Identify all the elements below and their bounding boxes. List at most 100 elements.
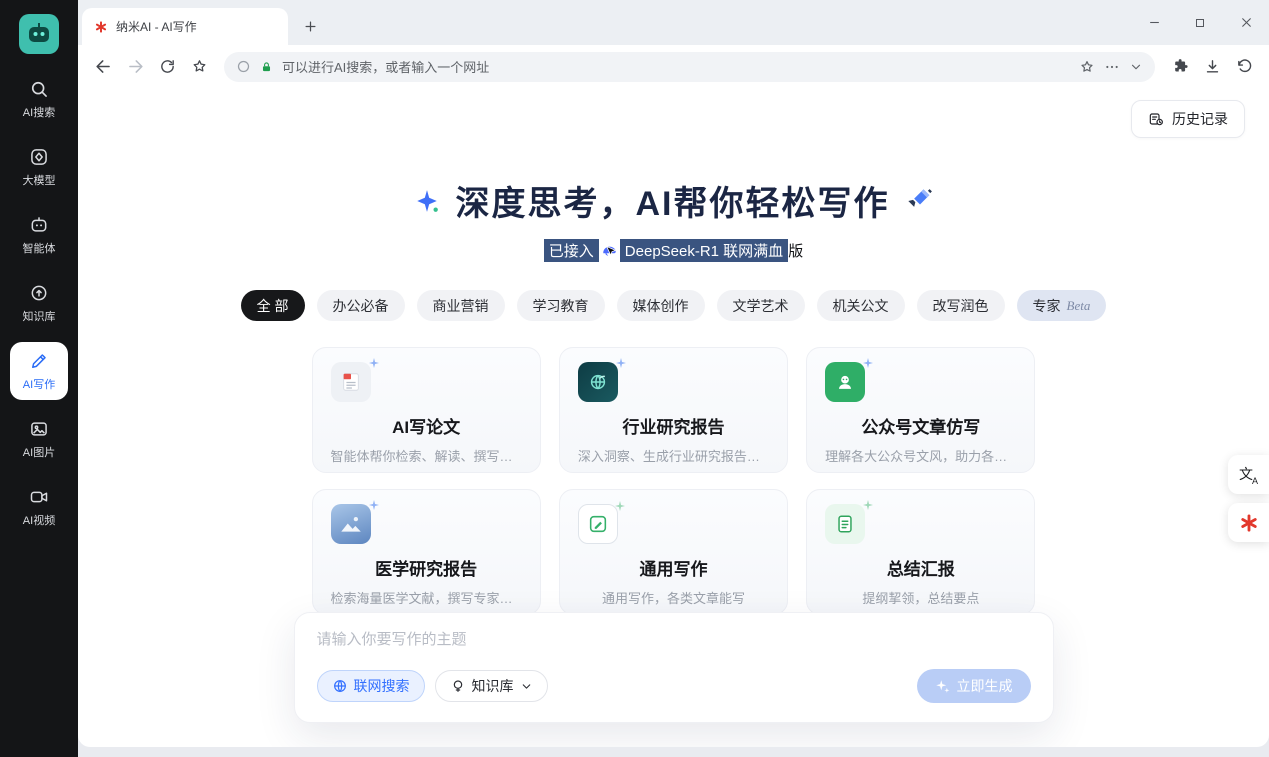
address-placeholder-text[interactable]: 可以进行AI搜索，或者输入一个网址 <box>282 57 1070 76</box>
paper-doc-icon <box>331 362 371 402</box>
category-tab-rewrite[interactable]: 改写润色 <box>917 290 1005 321</box>
sidebar-item-models[interactable]: 大模型 <box>10 138 68 196</box>
image-icon <box>29 419 49 439</box>
new-tab-button[interactable] <box>296 12 324 40</box>
sidebar-item-ai-video[interactable]: AI视频 <box>10 478 68 536</box>
composer-panel: 联网搜索 知识库 立即生成 <box>294 612 1054 723</box>
knowledge-label: 知识库 <box>472 676 514 696</box>
card-general-writing[interactable]: 通用写作 通用写作，各类文章能写 <box>559 489 788 615</box>
download-icon <box>1204 58 1221 75</box>
refresh-button[interactable] <box>152 52 182 82</box>
card-title: 行业研究报告 <box>578 413 769 438</box>
refresh-icon <box>159 58 176 75</box>
extensions-button[interactable] <box>1165 52 1195 82</box>
beta-badge: Beta <box>1067 298 1091 314</box>
sparkle-icon <box>935 679 950 694</box>
browser-toolbar: 可以进行AI搜索，或者输入一个网址 <box>78 45 1269 88</box>
chevron-down-icon[interactable] <box>1129 60 1143 74</box>
category-tab-media[interactable]: 媒体创作 <box>617 290 705 321</box>
sparkle-icon <box>368 357 380 369</box>
sidebar-item-agents[interactable]: 智能体 <box>10 206 68 264</box>
ssl-lock-icon[interactable] <box>260 60 273 74</box>
maximize-button[interactable] <box>1177 0 1223 45</box>
forward-button[interactable] <box>120 52 150 82</box>
card-desc: 智能体帮你检索、解读、撰写论文 <box>331 446 522 465</box>
card-wechat-article[interactable]: 公众号文章仿写 理解各大公众号文风，助力各类... <box>806 347 1035 473</box>
sparkle-left-icon <box>414 188 440 214</box>
quick-bookmark-button[interactable] <box>184 52 214 82</box>
category-label: 全 部 <box>257 296 289 316</box>
category-tab-office[interactable]: 办公必备 <box>317 290 405 321</box>
close-button[interactable] <box>1223 0 1269 45</box>
topic-input[interactable] <box>317 631 1031 648</box>
category-label: 办公必备 <box>333 296 389 316</box>
browser-window: AI搜索 大模型 智能体 知识库 AI写作 AI图片 AI视频 <box>0 0 1269 757</box>
translate-button[interactable]: 文 A <box>1228 455 1269 494</box>
category-tab-official[interactable]: 机关公文 <box>817 290 905 321</box>
category-tab-education[interactable]: 学习教育 <box>517 290 605 321</box>
sidebar-item-label: AI视频 <box>23 512 55 528</box>
sparkle-icon <box>368 499 380 511</box>
history-button[interactable]: 历史记录 <box>1131 100 1245 138</box>
site-mode-toggle-icon[interactable] <box>236 59 251 74</box>
robot-logo-icon <box>26 21 52 47</box>
svg-text:文: 文 <box>1239 466 1253 482</box>
card-medical-report[interactable]: 医学研究报告 检索海量医学文献，撰写专家级... <box>312 489 541 615</box>
hero-section: 深度思考，AI帮你轻松写作 已接入 DeepSeek-R1 联网满血 版 全 部… <box>78 88 1269 615</box>
card-ai-paper[interactable]: AI写论文 智能体帮你检索、解读、撰写论文 <box>312 347 541 473</box>
category-tab-literature[interactable]: 文学艺术 <box>717 290 805 321</box>
sidebar-item-ai-image[interactable]: AI图片 <box>10 410 68 468</box>
plus-icon <box>303 19 318 34</box>
card-industry-report[interactable]: 行业研究报告 深入洞察、生成行业研究报告，... <box>559 347 788 473</box>
wechat-account-icon <box>825 362 865 402</box>
card-desc: 检索海量医学文献，撰写专家级... <box>331 588 522 607</box>
edge-tools: 文 A <box>1228 455 1269 542</box>
card-desc: 深入洞察、生成行业研究报告，... <box>578 446 769 465</box>
sidebar-item-knowledge[interactable]: 知识库 <box>10 274 68 332</box>
search-icon <box>29 79 49 99</box>
download-button[interactable] <box>1197 52 1227 82</box>
category-tab-all[interactable]: 全 部 <box>241 290 305 321</box>
knowledge-base-dropdown[interactable]: 知识库 <box>435 670 548 702</box>
main-content: 历史记录 深度思考，AI帮你轻松写作 已接入 DeepSeek-R1 联网满血 … <box>78 88 1269 747</box>
history-icon <box>1148 111 1164 127</box>
restore-session-button[interactable] <box>1229 52 1259 82</box>
category-label: 机关公文 <box>833 296 889 316</box>
app-logo[interactable] <box>19 14 59 54</box>
category-tabs: 全 部 办公必备 商业营销 学习教育 媒体创作 文学艺术 机关公文 改写润色 专… <box>78 290 1269 321</box>
undo-arrow-icon <box>1236 58 1253 75</box>
sparkle-icon <box>862 357 874 369</box>
chevron-down-icon <box>520 680 533 693</box>
medical-photo-icon <box>331 504 371 544</box>
browser-tab[interactable]: 纳米AI - AI写作 <box>82 8 288 45</box>
assistant-logo-button[interactable] <box>1228 503 1269 542</box>
address-bar[interactable]: 可以进行AI搜索，或者输入一个网址 <box>224 52 1155 82</box>
close-icon <box>1240 16 1253 29</box>
card-desc: 通用写作，各类文章能写 <box>578 588 769 607</box>
translate-icon: 文 A <box>1237 464 1261 486</box>
generate-button[interactable]: 立即生成 <box>917 669 1031 703</box>
sidebar-item-ai-writing[interactable]: AI写作 <box>10 342 68 400</box>
sidebar-item-ai-search[interactable]: AI搜索 <box>10 70 68 128</box>
maximize-icon <box>1194 17 1206 29</box>
more-options-icon[interactable] <box>1104 59 1120 75</box>
category-tab-expert[interactable]: 专家 Beta <box>1017 290 1107 321</box>
card-title: 公众号文章仿写 <box>825 413 1016 438</box>
page-title: 深度思考，AI帮你轻松写作 <box>456 176 890 225</box>
category-tab-marketing[interactable]: 商业营销 <box>417 290 505 321</box>
card-desc: 提纲挈领，总结要点 <box>825 588 1016 607</box>
minimize-button[interactable] <box>1131 0 1177 45</box>
knowledge-icon <box>450 678 466 694</box>
web-search-toggle[interactable]: 联网搜索 <box>317 670 425 702</box>
bookmark-star-icon[interactable] <box>1079 59 1095 75</box>
subtitle-model: DeepSeek-R1 联网满血 <box>620 239 788 262</box>
svg-text:A: A <box>1252 476 1258 486</box>
card-summary-report[interactable]: 总结汇报 提纲挈领，总结要点 <box>806 489 1035 615</box>
tab-title: 纳米AI - AI写作 <box>116 18 197 35</box>
forward-icon <box>126 57 145 76</box>
back-button[interactable] <box>88 52 118 82</box>
mouse-cursor <box>604 245 617 259</box>
pencil-deco-icon <box>906 187 934 215</box>
summary-doc-icon <box>825 504 865 544</box>
brand-asterisk-icon <box>1239 513 1259 533</box>
